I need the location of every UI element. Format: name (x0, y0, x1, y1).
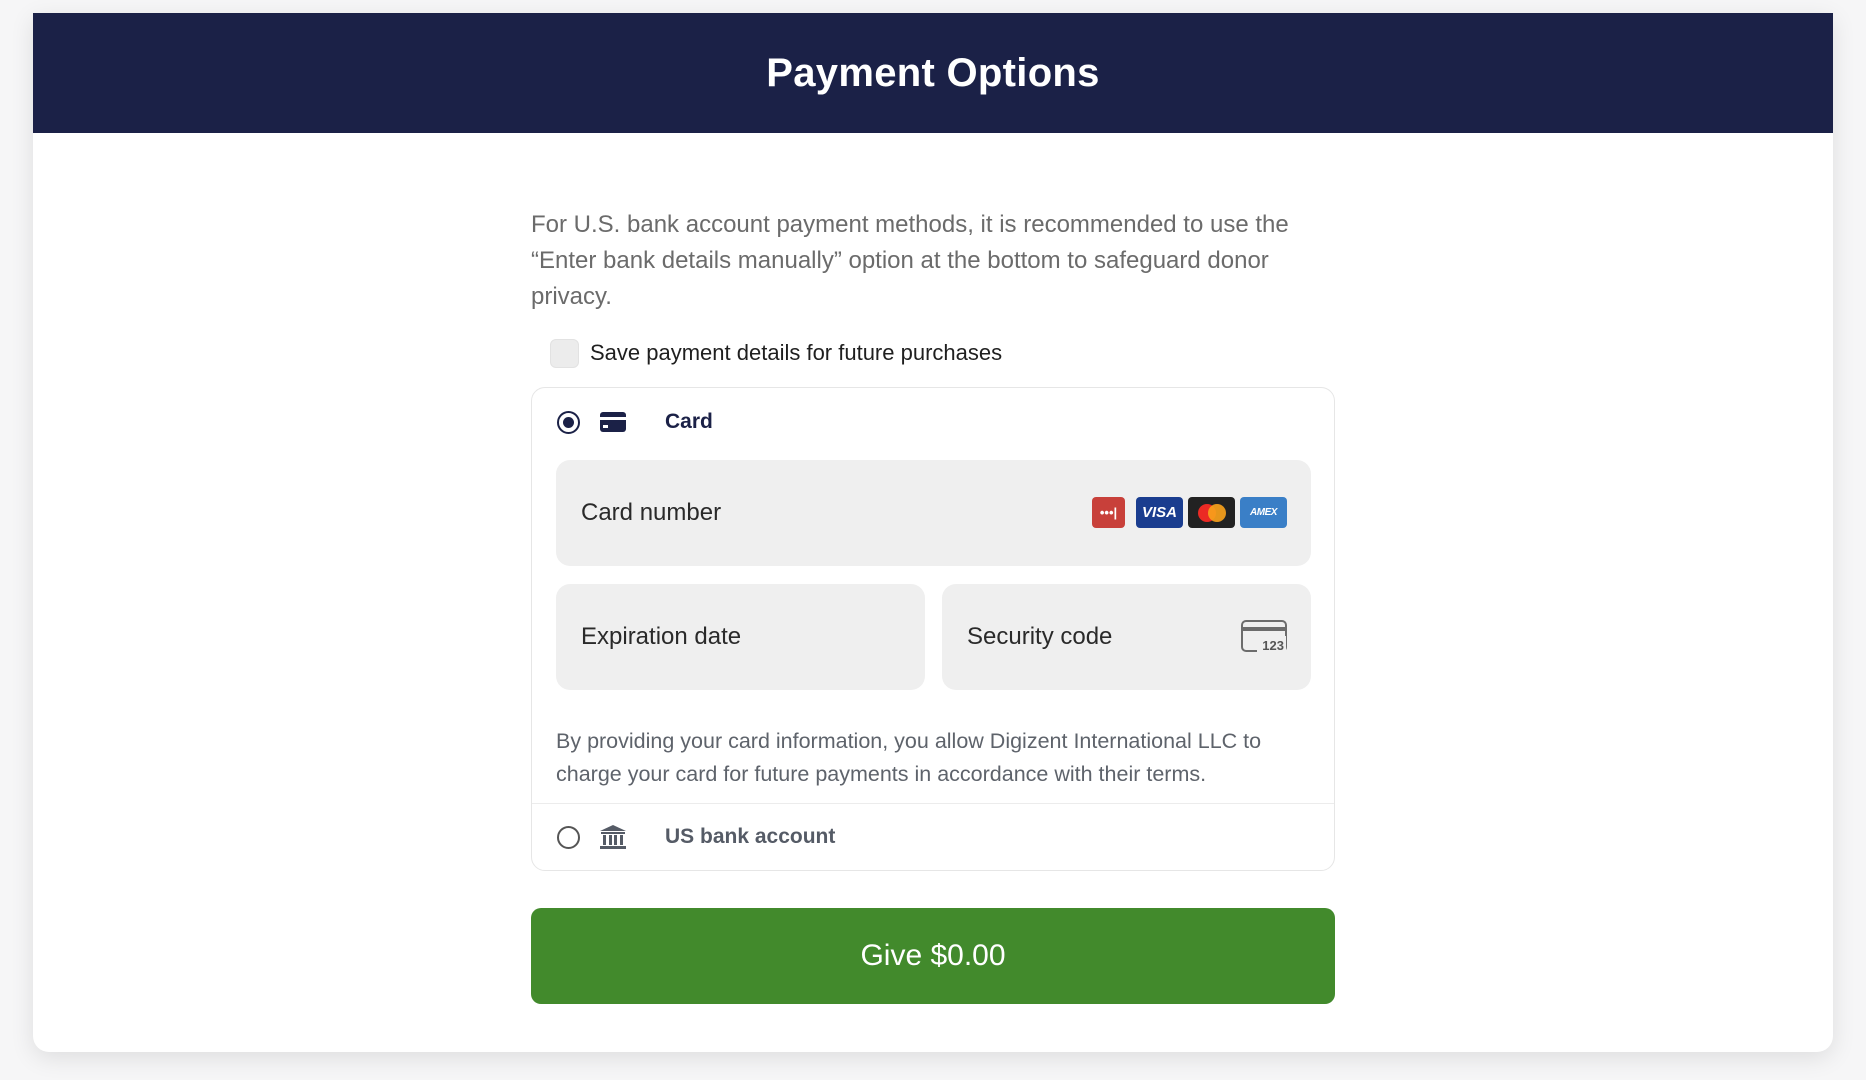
bank-radio[interactable] (557, 825, 580, 849)
modal-header: Payment Options (33, 13, 1833, 133)
expiration-date-input[interactable]: Expiration date (556, 584, 925, 690)
payment-method-box: Card Card number •••| VISA AMEX Expirati… (531, 387, 1335, 871)
security-code-input[interactable]: Security code 123 (942, 584, 1311, 690)
card-authorization-disclaimer: By providing your card information, you … (556, 729, 1262, 786)
credit-card-icon (599, 410, 627, 434)
payment-content: For U.S. bank account payment methods, i… (531, 133, 1335, 1004)
bank-method-row[interactable]: US bank account (532, 803, 835, 871)
card-brand-icons: •••| VISA AMEX (1092, 497, 1287, 528)
card-number-input[interactable]: Card number •••| VISA AMEX (556, 460, 1311, 566)
cvc-card-icon: 123 (1241, 620, 1287, 661)
card-number-placeholder: Card number (581, 499, 722, 526)
save-details-checkbox[interactable] (550, 338, 579, 368)
bank-icon (599, 825, 627, 849)
visa-icon: VISA (1136, 497, 1183, 528)
other-card-icon: •••| (1092, 497, 1125, 528)
expiration-date-placeholder: Expiration date (581, 623, 742, 650)
mastercard-icon (1188, 497, 1235, 528)
card-method-row[interactable]: Card (532, 388, 1334, 456)
give-button[interactable]: Give $0.00 (531, 908, 1335, 1004)
payment-modal: Payment Options For U.S. bank account pa… (33, 13, 1833, 1052)
cvc-icon-text: 123 (1262, 638, 1284, 653)
save-details-row[interactable]: Save payment details for future purchase… (550, 338, 1335, 368)
security-code-placeholder: Security code (967, 623, 1113, 650)
amex-icon: AMEX (1240, 497, 1287, 528)
bank-privacy-notice: For U.S. bank account payment methods, i… (531, 211, 1289, 310)
card-method-label[interactable]: Card (665, 410, 713, 434)
card-radio[interactable] (557, 410, 580, 434)
bank-method-label[interactable]: US bank account (665, 825, 835, 849)
modal-title: Payment Options (766, 50, 1100, 95)
save-details-label[interactable]: Save payment details for future purchase… (590, 340, 1002, 366)
